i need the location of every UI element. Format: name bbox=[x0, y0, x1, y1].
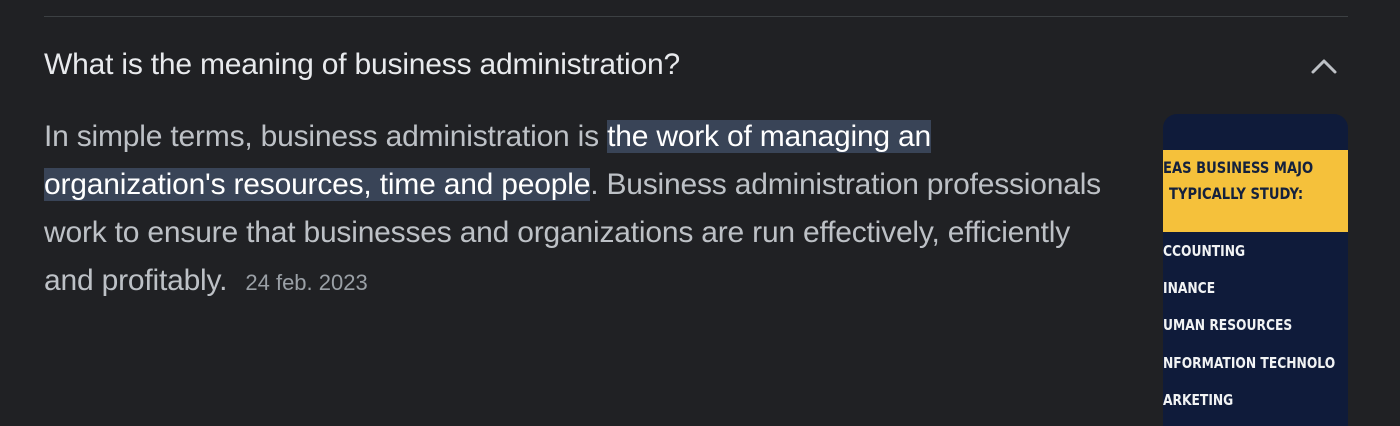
answer-text-before: In simple terms, business administration… bbox=[44, 120, 608, 153]
thumbnail-item: ARKETING bbox=[1163, 391, 1234, 409]
thumbnail-title-line1: EAS BUSINESS MAJO bbox=[1163, 158, 1314, 177]
faq-answer: In simple terms, business administration… bbox=[44, 113, 1119, 307]
thumbnail-item: INANCE bbox=[1163, 279, 1216, 297]
thumbnail-title-line2: TYPICALLY STUDY: bbox=[1169, 184, 1304, 203]
chevron-up-icon[interactable] bbox=[1306, 52, 1342, 80]
answer-date: 24 feb. 2023 bbox=[245, 270, 368, 295]
faq-question[interactable]: What is the meaning of business administ… bbox=[44, 44, 680, 86]
thumbnail-item: CCOUNTING bbox=[1163, 242, 1246, 260]
answer-thumbnail-image[interactable]: EAS BUSINESS MAJO TYPICALLY STUDY: CCOUN… bbox=[1163, 114, 1348, 426]
divider bbox=[44, 16, 1348, 17]
thumbnail-item: NFORMATION TECHNOLO bbox=[1163, 354, 1336, 372]
thumbnail-item: UMAN RESOURCES bbox=[1163, 316, 1293, 334]
faq-panel: What is the meaning of business administ… bbox=[0, 0, 1400, 426]
